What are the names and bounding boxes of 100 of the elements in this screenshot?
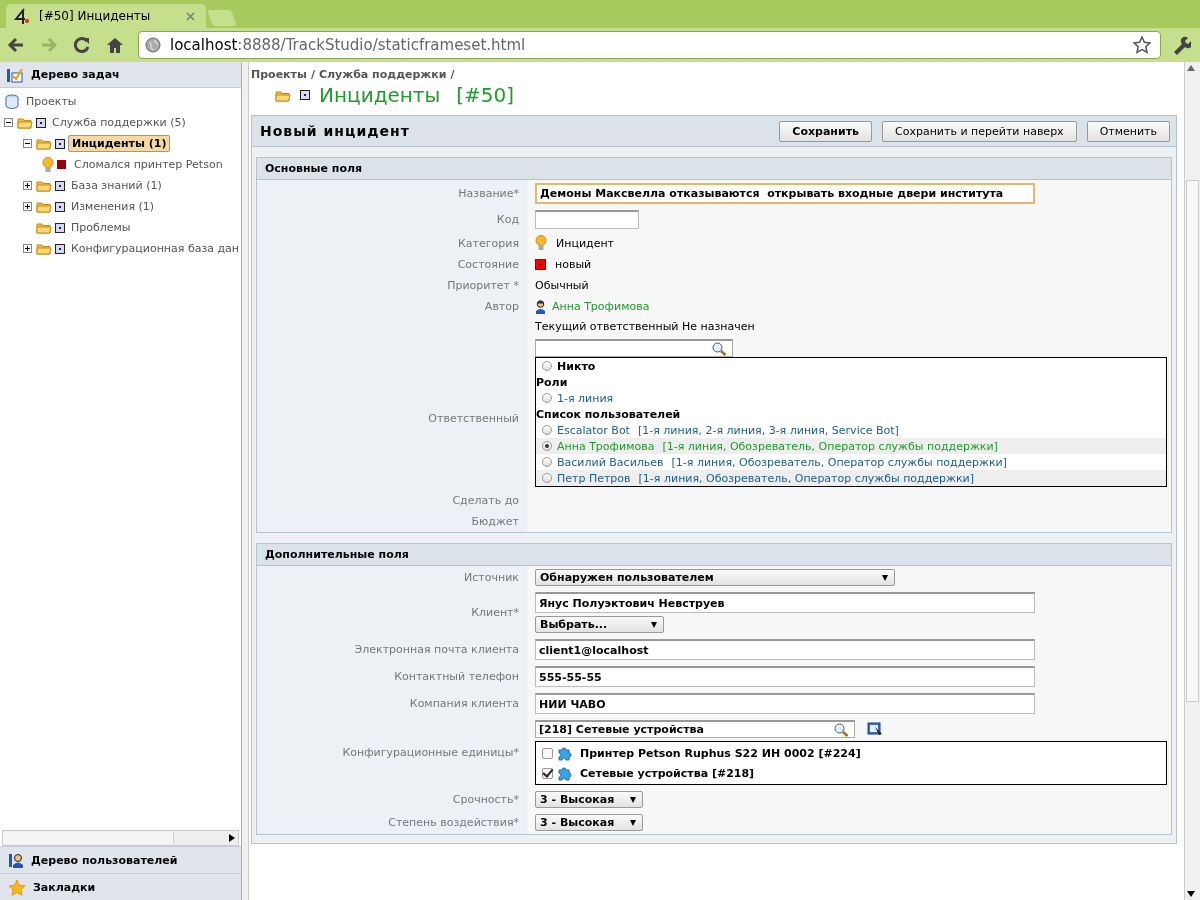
input-field[interactable] bbox=[535, 210, 639, 229]
tree-item[interactable]: База знаний (1) bbox=[68, 177, 165, 194]
unit-label[interactable]: Сетевые устройства [#218] bbox=[580, 766, 755, 780]
input-field[interactable]: НИИ ЧАВО bbox=[535, 693, 1035, 714]
panel-header[interactable]: Дерево пользователей bbox=[0, 846, 241, 873]
field-label: Источник bbox=[464, 571, 519, 584]
folder-icon bbox=[36, 221, 52, 234]
save-and-up-button[interactable]: Сохранить и перейти наверх bbox=[882, 120, 1077, 142]
star-icon[interactable] bbox=[1133, 36, 1151, 54]
section-title: Основные поля bbox=[257, 158, 1171, 180]
search-icon[interactable] bbox=[833, 722, 849, 737]
breadcrumb-link[interactable]: Проекты bbox=[251, 68, 307, 81]
page-title: Инциденты bbox=[319, 83, 441, 107]
unit-label[interactable]: Принтер Petson Ruphus S22 ИН 0002 [#224] bbox=[580, 746, 861, 760]
radio-button[interactable] bbox=[542, 425, 552, 435]
tree-item[interactable]: Конфигурационная база дан bbox=[68, 240, 241, 257]
field-label: Категория bbox=[458, 236, 519, 250]
field-label: Состояние bbox=[457, 258, 519, 271]
puzzle-icon bbox=[557, 765, 573, 781]
panel-title: Дерево задач bbox=[31, 68, 120, 81]
search-field[interactable] bbox=[535, 339, 733, 357]
option-label[interactable]: Никто bbox=[557, 359, 596, 373]
dropdown[interactable]: 3 - Высокая bbox=[535, 814, 643, 831]
field-label: Электронная почта клиента bbox=[354, 643, 519, 656]
node-icon bbox=[300, 90, 310, 100]
option-label[interactable]: 1-я линия bbox=[557, 391, 614, 405]
tree-item[interactable]: Проекты bbox=[23, 93, 80, 110]
input-field[interactable]: 555-55-55 bbox=[535, 666, 1035, 687]
home-icon[interactable] bbox=[105, 35, 125, 55]
tree-item[interactable]: Проблемы bbox=[68, 219, 134, 236]
field-label: Сделать до bbox=[452, 494, 519, 507]
input-field[interactable]: Янус Полуэктович Невструев bbox=[535, 592, 1035, 613]
folder-icon bbox=[275, 88, 291, 102]
picker-icon[interactable] bbox=[867, 721, 883, 737]
breadcrumb-link[interactable]: Служба поддержки bbox=[318, 68, 447, 81]
dropdown[interactable]: Выбрать... bbox=[535, 616, 664, 633]
browser-tab[interactable]: [#50] Инциденты bbox=[6, 4, 206, 28]
search-field[interactable]: [218] Сетевые устройства bbox=[535, 720, 855, 738]
node-icon bbox=[55, 243, 65, 254]
tree-item[interactable]: Служба поддержки (5) bbox=[49, 114, 189, 131]
user-name[interactable]: Петр Петров bbox=[557, 471, 631, 485]
app-logo-icon bbox=[14, 8, 30, 24]
cancel-button[interactable]: Отменить bbox=[1086, 120, 1170, 142]
collapse-toggle[interactable] bbox=[4, 118, 13, 127]
current-assignee-text: Текущий ответственный Не назначен bbox=[535, 320, 756, 333]
tree-item[interactable]: Изменения (1) bbox=[68, 198, 158, 215]
user-roles: [1-я линия, Обозреватель, Оператор службы поддержки] bbox=[638, 471, 975, 485]
tree-item[interactable]: Сломался принтер Petson bbox=[71, 156, 226, 173]
field-label: Бюджет bbox=[471, 515, 519, 528]
radio-button[interactable] bbox=[542, 361, 552, 371]
folder-icon bbox=[36, 242, 52, 255]
user-name[interactable]: Escalator Bot bbox=[557, 423, 630, 437]
database-icon bbox=[4, 93, 20, 110]
search-icon[interactable] bbox=[711, 341, 727, 356]
person-icon bbox=[535, 299, 546, 314]
dropdown[interactable]: 3 - Высокая bbox=[535, 791, 643, 808]
radio-button[interactable] bbox=[542, 441, 552, 451]
list-heading: Список пользователей bbox=[536, 406, 682, 422]
radio-button[interactable] bbox=[542, 473, 552, 483]
save-button[interactable]: Сохранить bbox=[779, 120, 872, 142]
vertical-scrollbar[interactable] bbox=[1184, 62, 1200, 900]
checkbox[interactable] bbox=[542, 767, 553, 779]
folder-icon bbox=[36, 137, 52, 150]
expand-toggle[interactable] bbox=[23, 202, 32, 211]
input-field[interactable]: Демоны Максвелла отказываются открывать входные двери института bbox=[535, 183, 1035, 204]
expand-toggle[interactable] bbox=[23, 244, 32, 253]
folder-icon bbox=[17, 116, 33, 129]
checkbox[interactable] bbox=[542, 747, 553, 759]
radio-button[interactable] bbox=[542, 393, 552, 403]
field-value: Обычный bbox=[535, 279, 590, 292]
input-field[interactable]: client1@localhost bbox=[535, 639, 1035, 660]
address-bar[interactable]: localhost:8888/TrackStudio/staticframeset.html bbox=[138, 31, 1161, 59]
close-icon[interactable] bbox=[186, 11, 195, 21]
field-label: Клиент* bbox=[471, 606, 519, 619]
scroll-right-icon[interactable] bbox=[229, 834, 235, 842]
node-icon bbox=[55, 201, 65, 212]
scroll-down-icon[interactable] bbox=[1187, 891, 1195, 897]
panel-header[interactable]: Закладки bbox=[0, 873, 241, 900]
caret-icon bbox=[882, 574, 888, 581]
reload-icon[interactable] bbox=[72, 35, 92, 55]
scroll-up-icon[interactable] bbox=[1187, 65, 1195, 71]
field-label: Срочность* bbox=[452, 793, 519, 806]
field-label: Приоритет * bbox=[447, 279, 519, 292]
lightbulb-icon bbox=[535, 235, 547, 251]
caret-icon bbox=[630, 819, 636, 826]
url-text: localhost:8888/TrackStudio/staticframeset.html bbox=[170, 36, 526, 54]
user-roles: [1-я линия, Обозреватель, Оператор службы поддержки] bbox=[662, 439, 998, 453]
dropdown[interactable]: Обнаружен пользователем bbox=[535, 569, 895, 586]
tools-checkmark-icon bbox=[6, 66, 24, 83]
horizontal-scrollbar[interactable] bbox=[2, 830, 239, 846]
back-icon[interactable] bbox=[6, 35, 26, 55]
tab-title: [#50] Инциденты bbox=[39, 9, 152, 23]
tree-item[interactable]: Инциденты (1) bbox=[68, 135, 171, 152]
collapse-toggle[interactable] bbox=[23, 139, 32, 148]
expand-toggle[interactable] bbox=[23, 181, 32, 190]
field-label: Название* bbox=[458, 187, 519, 200]
user-name[interactable]: Василий Васильев bbox=[557, 455, 664, 469]
globe-icon bbox=[145, 37, 161, 53]
star-icon bbox=[8, 878, 26, 896]
radio-button[interactable] bbox=[542, 457, 552, 467]
